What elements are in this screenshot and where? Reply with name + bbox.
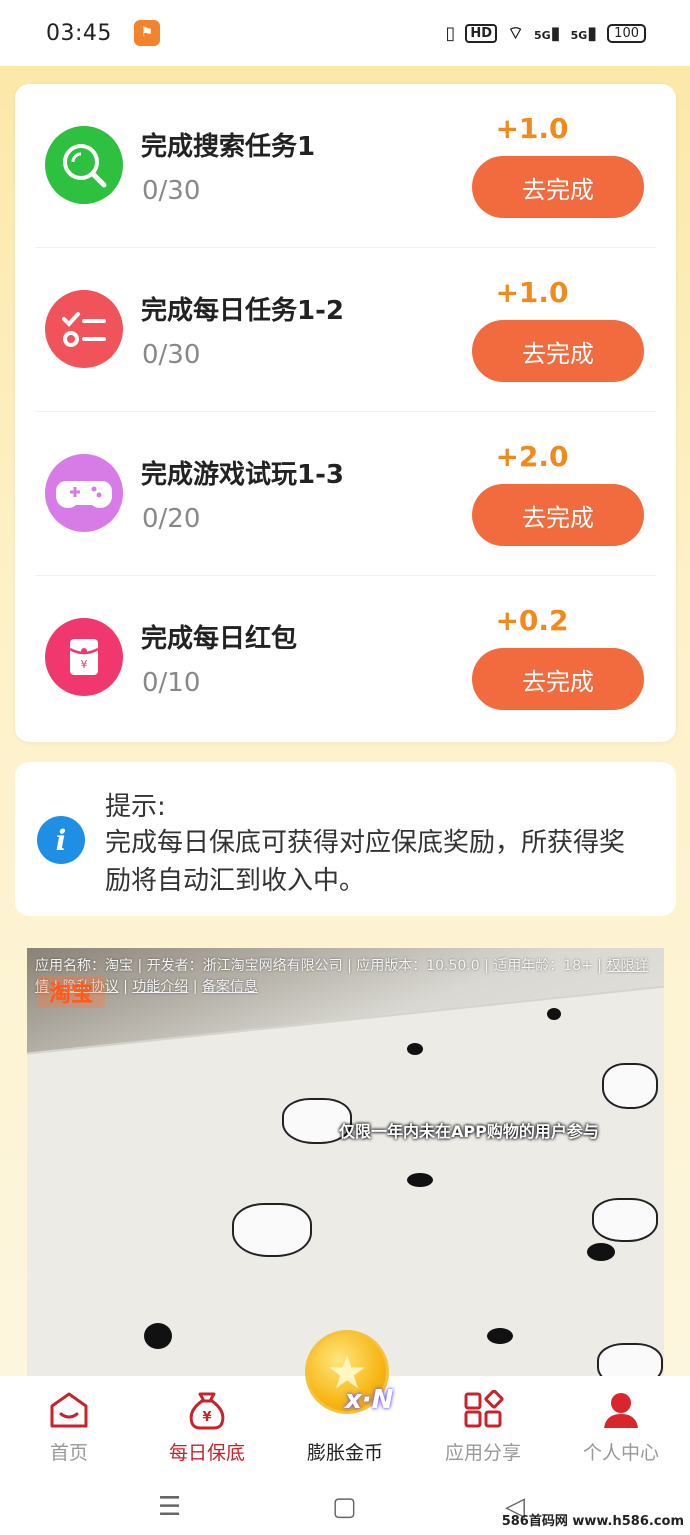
task-list-card: 完成搜索任务1 0/30 +1.0 去完成 完成每日任务1-2 0/30 +1.…: [15, 84, 676, 742]
battery-icon: 100: [607, 23, 646, 43]
ad-image: [27, 979, 664, 1376]
nav-label: 首页: [49, 1442, 88, 1464]
signal-icon-2: 5G▮: [570, 22, 598, 44]
ad-app-info: 应用名称：淘宝 | 开发者：浙江淘宝网络有限公司 | 应用版本：10.50.0 …: [35, 958, 649, 995]
task-row: ¥ 完成每日红包 0/10 +0.2 去完成: [15, 576, 676, 740]
ad-brand-logo: 淘宝: [37, 976, 106, 1008]
nav-label: 每日保底: [168, 1442, 245, 1464]
panda-print: [602, 1063, 658, 1109]
panda-print: [407, 1043, 423, 1055]
app-badge-icon: ⚑: [133, 20, 160, 46]
task-row: 完成搜索任务1 0/30 +1.0 去完成: [15, 84, 676, 248]
home-square-icon[interactable]: ▢: [332, 1492, 357, 1522]
task-row: 完成每日任务1-2 0/30 +1.0 去完成: [15, 248, 676, 412]
tip-title: 提示:: [105, 792, 166, 822]
signal-icon-1: 5G▮: [533, 22, 561, 44]
panda-print: [587, 1243, 615, 1261]
ad-features-link[interactable]: 功能介绍: [132, 979, 188, 995]
panda-print: [592, 1198, 658, 1242]
nav-label: 膨胀金币: [306, 1442, 383, 1464]
task-progress: 0/10: [142, 668, 201, 698]
checklist-icon: [45, 290, 123, 368]
hd-badge: HD: [465, 23, 498, 43]
svg-text:¥: ¥: [81, 658, 88, 671]
nav-label: 应用分享: [444, 1442, 521, 1464]
panda-print: [597, 1343, 663, 1376]
gamepad-icon: [45, 454, 123, 532]
task-reward: +0.2: [495, 604, 569, 637]
vibrate-icon: ▯: [445, 22, 456, 44]
task-progress: 0/30: [142, 176, 201, 206]
status-bar: 03:45 ⚑ ▯ HD ⌔ 5G▮ 5G▮ 100: [0, 0, 690, 66]
tip-body: 完成每日保底可获得对应保底奖励，所获得奖励将自动汇到收入中。: [105, 828, 626, 896]
task-reward: +1.0: [495, 276, 569, 309]
nav-item-home[interactable]: 首页: [0, 1376, 138, 1476]
search-icon: [45, 126, 123, 204]
ad-caption: 仅限一年内未在APP购物的用户参与: [339, 1122, 599, 1141]
status-time: 03:45: [46, 20, 112, 46]
panda-print: [232, 1203, 312, 1257]
nav-item-daily-guarantee[interactable]: ¥ 每日保底: [138, 1376, 276, 1476]
coin-multiplier-badge: x·N: [345, 1385, 394, 1415]
tip-card: i 提示: 完成每日保底可获得对应保底奖励，所获得奖励将自动汇到收入中。: [15, 762, 676, 916]
red-envelope-icon: ¥: [45, 618, 123, 696]
task-reward: +1.0: [495, 112, 569, 145]
task-reward: +2.0: [495, 440, 569, 473]
task-title: 完成搜索任务1: [141, 132, 316, 162]
panda-print: [547, 1008, 561, 1020]
task-title: 完成每日红包: [141, 624, 298, 654]
nav-item-app-share[interactable]: 应用分享: [414, 1376, 552, 1476]
ad-filing-link[interactable]: 备案信息: [202, 979, 258, 995]
svg-text:¥: ¥: [202, 1410, 211, 1425]
go-complete-button[interactable]: 去完成: [472, 484, 644, 546]
wifi-icon: ⌔: [507, 22, 524, 44]
status-indicators: ▯ HD ⌔ 5G▮ 5G▮ 100: [445, 22, 646, 45]
person-icon: [600, 1390, 642, 1430]
task-progress: 0/30: [142, 340, 201, 370]
nav-label: 个人中心: [582, 1442, 659, 1464]
go-complete-button[interactable]: 去完成: [472, 648, 644, 710]
go-complete-button[interactable]: 去完成: [472, 156, 644, 218]
task-progress: 0/20: [142, 504, 201, 534]
menu-icon[interactable]: ☰: [158, 1492, 181, 1522]
apps-grid-icon: [462, 1390, 504, 1430]
system-nav-bar: ☰ ▢ ◁ 586首码网 www.h586.com: [0, 1476, 690, 1535]
info-icon: i: [37, 816, 85, 864]
home-icon: [48, 1390, 90, 1430]
panda-print: [144, 1323, 172, 1349]
panda-print: [487, 1328, 513, 1344]
ad-banner[interactable]: 应用名称：淘宝 | 开发者：浙江淘宝网络有限公司 | 应用版本：10.50.0 …: [27, 948, 664, 1376]
watermark: 586首码网 www.h586.com: [501, 1514, 684, 1529]
panda-print: [407, 1173, 433, 1187]
task-row: 完成游戏试玩1-3 0/20 +2.0 去完成: [15, 412, 676, 576]
nav-item-profile[interactable]: 个人中心: [552, 1376, 690, 1476]
task-title: 完成游戏试玩1-3: [141, 460, 344, 490]
task-title: 完成每日任务1-2: [141, 296, 344, 326]
money-bag-icon: ¥: [186, 1390, 228, 1430]
go-complete-button[interactable]: 去完成: [472, 320, 644, 382]
